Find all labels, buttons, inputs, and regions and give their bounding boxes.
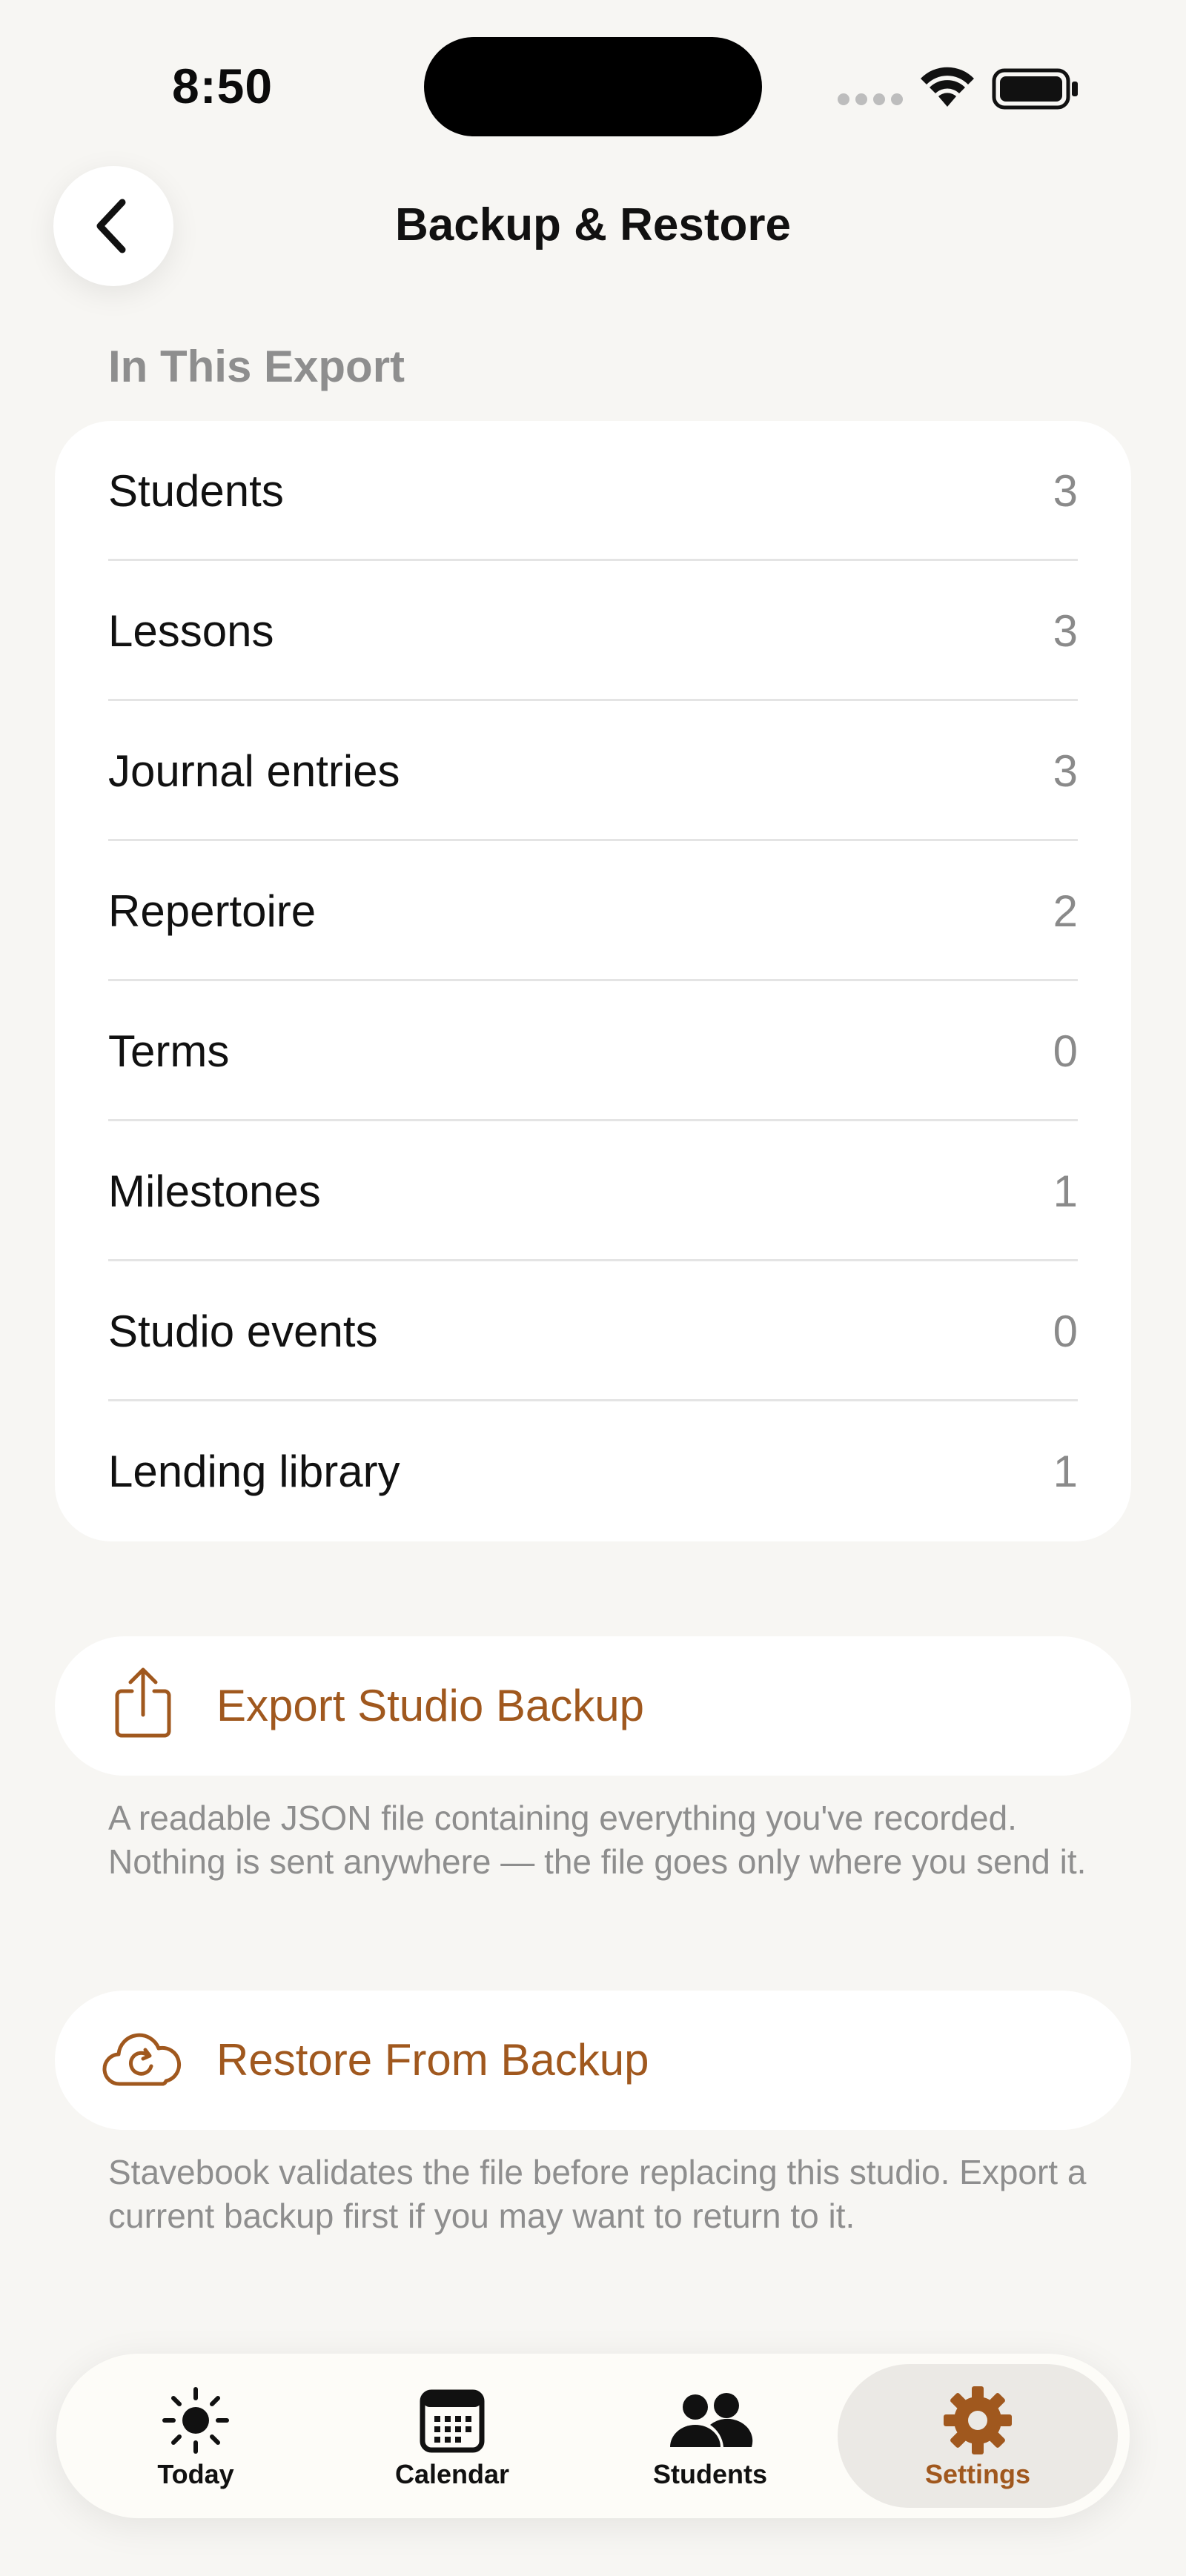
row-label: Students <box>108 466 284 516</box>
list-item-students: Students 3 <box>108 421 1078 561</box>
tab-students[interactable]: Students <box>584 2354 836 2518</box>
tab-label: Calendar <box>394 2459 510 2489</box>
cellular-signal-icon <box>838 93 904 108</box>
row-count: 0 <box>1053 1026 1078 1076</box>
page-title: Backup & Restore <box>394 199 792 250</box>
list-item-repertoire: Repertoire 2 <box>108 841 1078 981</box>
export-contents-list: Students 3 Lessons 3 Journal entries 3 R… <box>55 421 1131 1541</box>
tab-settings[interactable]: Settings <box>838 2364 1118 2508</box>
people-icon <box>670 2393 753 2447</box>
list-item-milestones: Milestones 1 <box>108 1121 1078 1261</box>
row-label: Lending library <box>108 1447 400 1496</box>
gear-icon <box>944 2386 1012 2454</box>
restore-button-label: Restore From Backup <box>216 2035 649 2085</box>
list-item-lending-library: Lending library 1 <box>108 1401 1078 1541</box>
list-item-studio-events: Studio events 0 <box>108 1261 1078 1401</box>
tab-label: Students <box>652 2459 767 2489</box>
list-item-lessons: Lessons 3 <box>108 561 1078 701</box>
tab-today[interactable]: Today <box>70 2354 322 2518</box>
row-label: Repertoire <box>108 886 317 936</box>
row-count: 3 <box>1053 466 1078 516</box>
restore-footnote: Stavebook validates the file before repl… <box>108 2153 1087 2235</box>
export-studio-backup-button[interactable]: Export Studio Backup <box>55 1636 1131 1776</box>
row-label: Terms <box>108 1026 230 1076</box>
row-count: 1 <box>1053 1447 1078 1496</box>
export-button-label: Export Studio Backup <box>216 1681 645 1730</box>
row-label: Lessons <box>108 606 274 656</box>
row-label: Studio events <box>108 1307 378 1356</box>
row-count: 3 <box>1053 746 1078 796</box>
list-item-journal-entries: Journal entries 3 <box>108 701 1078 841</box>
calendar-icon <box>420 2389 485 2453</box>
battery-icon <box>992 68 1078 110</box>
status-time: 8:50 <box>172 59 274 113</box>
sun-icon <box>162 2387 229 2454</box>
restore-from-backup-button[interactable]: Restore From Backup <box>55 1991 1131 2130</box>
dynamic-island <box>424 37 762 136</box>
row-count: 3 <box>1053 606 1078 656</box>
tab-label: Today <box>157 2459 234 2489</box>
tab-label: Settings <box>924 2459 1030 2489</box>
backup-restore-screen: 8:50 Backup & Restore In This Export Stu… <box>0 0 1186 2576</box>
share-icon <box>115 1667 171 1738</box>
row-count: 2 <box>1053 886 1078 936</box>
row-label: Journal entries <box>108 746 400 796</box>
export-footnote: A readable JSON file containing everythi… <box>108 1799 1087 1881</box>
cloud-restore-icon <box>102 2033 182 2086</box>
list-item-terms: Terms 0 <box>108 981 1078 1121</box>
wifi-icon <box>921 67 974 107</box>
row-label: Milestones <box>108 1166 321 1216</box>
tab-bar: Today Calendar Students Settings <box>56 2354 1130 2518</box>
tab-calendar[interactable]: Calendar <box>326 2354 578 2518</box>
section-header-in-this-export: In This Export <box>108 342 405 391</box>
row-count: 0 <box>1053 1307 1078 1356</box>
row-count: 1 <box>1053 1166 1078 1216</box>
